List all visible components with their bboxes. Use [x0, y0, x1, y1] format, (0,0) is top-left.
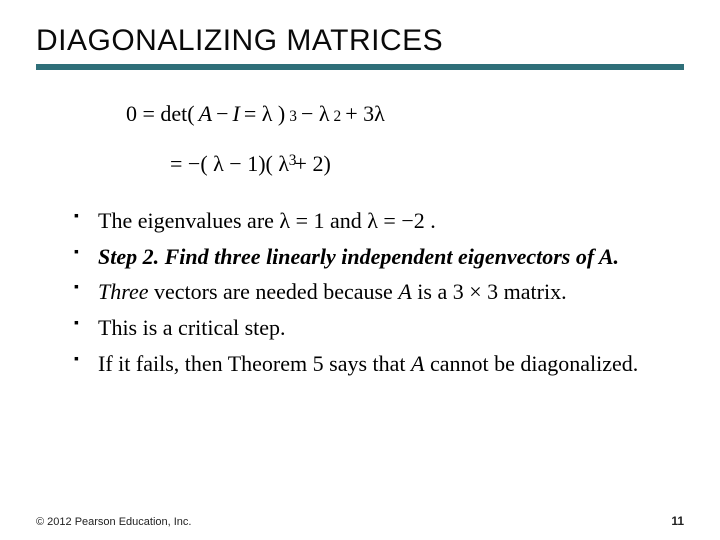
- inline-eq: λ = −2: [367, 208, 424, 233]
- bullet-text: matrix.: [504, 279, 567, 304]
- eq-text: 0 = det(: [126, 92, 195, 136]
- eq-text: + 3λ: [345, 92, 385, 136]
- bullet-item-3: Three vectors are needed because A is a …: [74, 277, 684, 307]
- bullet-text: vectors are needed because: [154, 279, 398, 304]
- bullet-text: Three: [98, 279, 149, 304]
- bullet-list: The eigenvalues are λ = 1 and λ = −2 . S…: [74, 206, 684, 378]
- eq-var-A: A: [199, 92, 212, 136]
- bullet-text: Step 2. Find three linearly independent …: [98, 244, 619, 269]
- inline-eq: λ = 1: [279, 208, 324, 233]
- bullet-text: .: [430, 208, 436, 233]
- eq-text: = −( λ − 1)( λ + 2): [170, 142, 331, 186]
- equation-line-2: = −( λ − 1)( λ + 2) 3: [170, 142, 684, 186]
- inline-var-A: A: [411, 351, 424, 376]
- bullet-text: The eigenvalues are: [98, 208, 279, 233]
- bullet-text: cannot be diagonalized.: [430, 351, 638, 376]
- footer: © 2012 Pearson Education, Inc. 11: [36, 514, 684, 528]
- copyright-text: © 2012 Pearson Education, Inc.: [36, 516, 191, 528]
- bullet-item-1: The eigenvalues are λ = 1 and λ = −2 .: [74, 206, 684, 236]
- title-underline: [36, 64, 684, 70]
- inline-var-A: A: [398, 279, 411, 304]
- bullet-item-4: This is a critical step.: [74, 313, 684, 343]
- bullet-text: If it fails, then Theorem 5 says that: [98, 351, 411, 376]
- eq-text: − λ: [301, 92, 330, 136]
- eq-text: −: [216, 92, 228, 136]
- bullet-text: This is a critical step.: [98, 315, 286, 340]
- slide-title: DIAGONALIZING MATRICES: [36, 24, 684, 58]
- equation-line-1: 0 = det( A − I = λ ) 3 − λ 2 + 3λ: [126, 92, 684, 136]
- bullet-text: is a: [417, 279, 452, 304]
- bullet-item-5: If it fails, then Theorem 5 says that A …: [74, 349, 684, 379]
- bullet-text: and: [330, 208, 367, 233]
- eq-var-I: I: [233, 92, 240, 136]
- inline-dim: 3 × 3: [453, 279, 498, 304]
- equation-block: 0 = det( A − I = λ ) 3 − λ 2 + 3λ = −( λ…: [126, 92, 684, 186]
- bullet-item-2: Step 2. Find three linearly independent …: [74, 242, 684, 272]
- slide: DIAGONALIZING MATRICES 0 = det( A − I = …: [0, 0, 720, 540]
- page-number: 11: [671, 514, 684, 528]
- eq-text: = λ ): [244, 92, 285, 136]
